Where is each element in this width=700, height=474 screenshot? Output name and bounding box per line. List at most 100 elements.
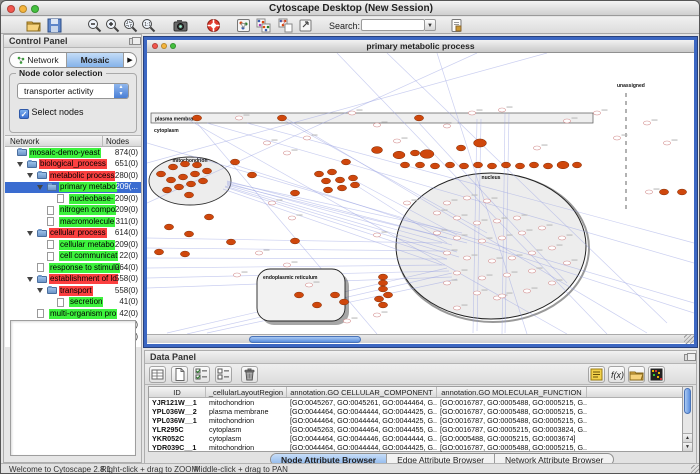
table-row[interactable]: YLR295Ccytoplasm[GO:0045263, GO:0044464,… [149,425,683,434]
tree-row-label[interactable]: secretion [69,297,103,307]
node-color-dropdown[interactable]: transporter activity ▲▼ [17,83,129,99]
vizmapper-icon[interactable] [256,18,271,33]
expand-triangle-icon[interactable] [27,173,33,178]
transporter-node [393,151,405,159]
tree-row-label[interactable]: mosaic-demo-yeast [29,148,101,158]
tree-row[interactable]: secretion41(0) [5,297,141,309]
tree-row[interactable]: metabolic process280(0) [5,170,141,182]
birdseye-view[interactable] [10,320,136,456]
zoom-selected-icon[interactable] [123,18,138,33]
save-session-button[interactable] [47,18,62,33]
gene-node [343,319,350,323]
tree-row[interactable]: nitrogen compo209(0) [5,205,141,217]
gene-node [593,111,600,115]
tree-row-count: 651(0) [115,159,138,169]
open-session-button[interactable] [26,18,41,33]
attribute-table-header[interactable]: ID _cellularLayoutRegion annotation.GO C… [149,387,683,398]
select-attributes-icon[interactable] [193,366,210,383]
tree-row[interactable]: establishment of lo558(0) [5,274,141,286]
table-row[interactable]: YKR052Ccytoplasm[GO:0044464, GO:0044446,… [149,434,683,443]
tree-row[interactable]: nucleobase-209(0) [5,193,141,205]
expand-triangle-icon[interactable] [37,185,43,190]
expand-triangle-icon[interactable] [17,162,23,167]
gene-node-label [462,215,468,216]
unselect-attributes-icon[interactable] [215,366,232,383]
network-hscrollbar[interactable] [147,334,694,343]
attribute-editor-icon[interactable] [588,366,605,383]
tab-overflow-arrow[interactable]: ▶ [123,53,136,67]
attribute-matrix-icon[interactable] [648,366,665,383]
delete-attribute-trash-icon[interactable] [241,366,258,383]
tab-mosaic[interactable]: Mosaic [66,53,123,67]
tree-row[interactable]: cellular process614(0) [5,228,141,240]
tree-row[interactable]: macromolecule311(0) [5,216,141,228]
gene-node [233,273,240,277]
table-row[interactable]: YDR039C__1mitochondrion[GO:0044464, GO:0… [149,443,683,452]
search-input[interactable] [361,19,425,31]
annotation-icon[interactable] [298,18,313,33]
tree-row[interactable]: cellular metabo209(0) [5,239,141,251]
tree-row[interactable]: response to stimulu264(0) [5,262,141,274]
gene-node [443,281,450,285]
tree-row[interactable]: biological_process 651(0) [5,159,141,171]
tree-row-label[interactable]: establishment of lo [49,274,118,284]
gene-node-label [264,250,270,251]
tree-row-label[interactable]: nucleobase- [69,194,115,204]
tree-row-label[interactable]: cell communicat [59,251,118,261]
tree-row[interactable]: transport558(0) [5,285,141,297]
table-cell: [GO:0016787, GO:0005488, GO:0005215, G..… [437,416,587,425]
plugin-manager-icon[interactable] [449,18,464,33]
tree-row-label[interactable]: multi-organism pro [49,309,117,319]
tree-row-label[interactable]: primary metabo [59,182,117,192]
table-row[interactable]: YPL036W__2plasma membrane[GO:0044464, GO… [149,407,683,416]
help-lifering-icon[interactable] [206,18,221,33]
new-attribute-icon[interactable] [171,366,188,383]
search-dropdown-arrow[interactable]: ▼ [425,19,436,31]
zoom-out-icon[interactable] [87,18,102,33]
zoom-in-icon[interactable] [105,18,120,33]
vscroll-thumb[interactable] [684,388,691,414]
import-attributes-icon[interactable] [628,366,645,383]
gene-node-label [557,280,563,281]
expand-triangle-icon[interactable] [37,288,43,293]
vizmapper-edit-icon[interactable] [278,18,293,33]
expand-triangle-icon[interactable] [27,231,33,236]
function-builder-icon[interactable]: f(x) [608,366,625,383]
tree-row-label[interactable]: cellular metabo [59,240,115,250]
attribute-table-icon[interactable] [149,366,166,383]
table-vscrollbar[interactable]: ▲ ▼ [682,386,693,452]
gene-node-label [522,215,528,216]
table-row[interactable]: YPL036W__1mitochondrion[GO:0044464, GO:0… [149,416,683,425]
gene-node-label [537,268,543,269]
tree-row[interactable]: multi-organism pro42(0) [5,308,141,320]
tree-row-label[interactable]: response to stimulu [49,263,120,273]
float-panel-icon[interactable] [129,38,137,45]
tree-row-label[interactable]: cellular process [49,228,107,238]
tab-network[interactable]: Network [10,53,66,67]
tree-row-label[interactable]: nitrogen compo [59,205,116,215]
select-nodes-checkbox[interactable]: ✓ [19,109,29,119]
tree-row[interactable]: primary metabo209(... [5,182,141,194]
scroll-down-arrow[interactable]: ▼ [683,442,692,451]
snapshot-camera-icon[interactable] [173,18,188,33]
svg-text:1:1: 1:1 [144,22,151,28]
tree-row-label[interactable]: metabolic process [49,171,115,181]
window-resize-grip[interactable] [691,465,700,474]
scroll-up-arrow[interactable]: ▲ [683,433,692,442]
hscroll-thumb[interactable] [249,336,361,343]
network-resize-grip[interactable] [684,334,694,344]
network-canvas[interactable]: plasma membranecytoplasmmitochondrionnuc… [147,53,694,334]
tree-row-label[interactable]: transport [59,286,93,296]
tree-row-label[interactable]: macromolecule [59,217,115,227]
expand-triangle-icon[interactable] [27,277,33,282]
float-data-panel-icon[interactable] [684,354,692,361]
tree-row-label[interactable]: biological_process [39,159,107,169]
table-cell: plasma membrane [206,407,287,416]
zoom-fit-icon[interactable]: 1:1 [141,18,156,33]
gene-node-label [357,110,363,111]
table-row[interactable]: YJR121W__1mitochondrion[GO:0045267, GO:0… [149,398,683,407]
network-manager-icon[interactable] [236,18,251,33]
network-view-titlebar[interactable]: primary metabolic process [147,40,694,53]
tree-row[interactable]: cell communicat22(0) [5,251,141,263]
tree-row[interactable]: mosaic-demo-yeast874(0) [5,147,141,159]
